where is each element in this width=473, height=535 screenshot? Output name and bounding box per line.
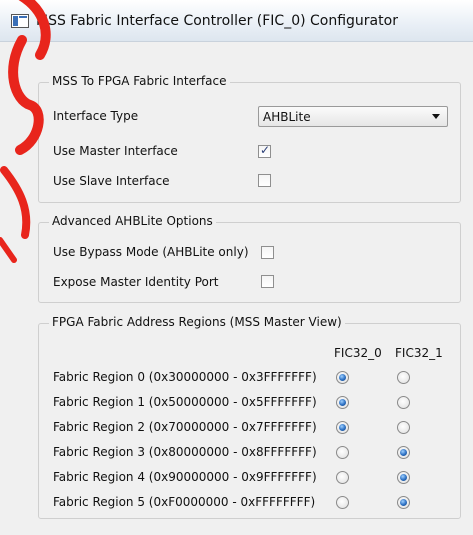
expose-master-identity-checkbox[interactable] [261, 275, 274, 288]
fabric-region-3-radio-fic32-1[interactable] [397, 446, 410, 459]
title-bar: MSS Fabric Interface Controller (FIC_0) … [0, 0, 473, 42]
fabric-region-2-radio-fic32-0[interactable] [336, 421, 349, 434]
fabric-region-5-radio-fic32-0[interactable] [336, 496, 349, 509]
bypass-mode-label: Use Bypass Mode (AHBLite only) [53, 245, 249, 259]
fabric-region-5-radio-fic32-1[interactable] [397, 496, 410, 509]
use-slave-interface-label: Use Slave Interface [53, 174, 170, 188]
fabric-region-4-radio-fic32-1[interactable] [397, 471, 410, 484]
app-window-icon [11, 14, 29, 28]
interface-type-label: Interface Type [53, 109, 139, 123]
mss-to-fpga-group-label: MSS To FPGA Fabric Interface [49, 74, 230, 88]
advanced-ahblite-group: Advanced AHBLite Options [38, 214, 461, 303]
advanced-ahblite-group-label: Advanced AHBLite Options [49, 214, 216, 228]
use-master-interface-checkbox[interactable] [258, 143, 271, 158]
fabric-region-label: Fabric Region 3 (0x80000000 - 0x8FFFFFFF… [53, 445, 317, 459]
use-slave-interface-checkbox[interactable] [258, 174, 271, 187]
bypass-mode-checkbox[interactable] [261, 246, 274, 259]
fabric-region-0-radio-fic32-1[interactable] [397, 371, 410, 384]
column-header-fic32-0: FIC32_0 [334, 346, 382, 360]
expose-master-identity-label: Expose Master Identity Port [53, 275, 219, 289]
fabric-region-3-radio-fic32-0[interactable] [336, 446, 349, 459]
fabric-region-1-radio-fic32-0[interactable] [336, 396, 349, 409]
interface-type-select[interactable]: AHBLite [258, 106, 448, 127]
fabric-region-label: Fabric Region 0 (0x30000000 - 0x3FFFFFFF… [53, 370, 317, 384]
fabric-region-2-radio-fic32-1[interactable] [397, 421, 410, 434]
fabric-region-label: Fabric Region 1 (0x50000000 - 0x5FFFFFFF… [53, 395, 317, 409]
fabric-region-label: Fabric Region 5 (0xF0000000 - 0xFFFFFFFF… [53, 495, 316, 509]
fabric-region-label: Fabric Region 2 (0x70000000 - 0x7FFFFFFF… [53, 420, 317, 434]
use-master-interface-label: Use Master Interface [53, 144, 178, 158]
fabric-region-1-radio-fic32-1[interactable] [397, 396, 410, 409]
fabric-region-label: Fabric Region 4 (0x90000000 - 0x9FFFFFFF… [53, 470, 317, 484]
window-title: MSS Fabric Interface Controller (FIC_0) … [36, 13, 398, 29]
address-regions-group-label: FPGA Fabric Address Regions (MSS Master … [49, 315, 345, 329]
interface-type-value: AHBLite [263, 110, 311, 124]
fabric-region-4-radio-fic32-0[interactable] [336, 471, 349, 484]
dropdown-arrow-icon [432, 114, 440, 119]
fabric-region-0-radio-fic32-0[interactable] [336, 371, 349, 384]
column-header-fic32-1: FIC32_1 [395, 346, 443, 360]
